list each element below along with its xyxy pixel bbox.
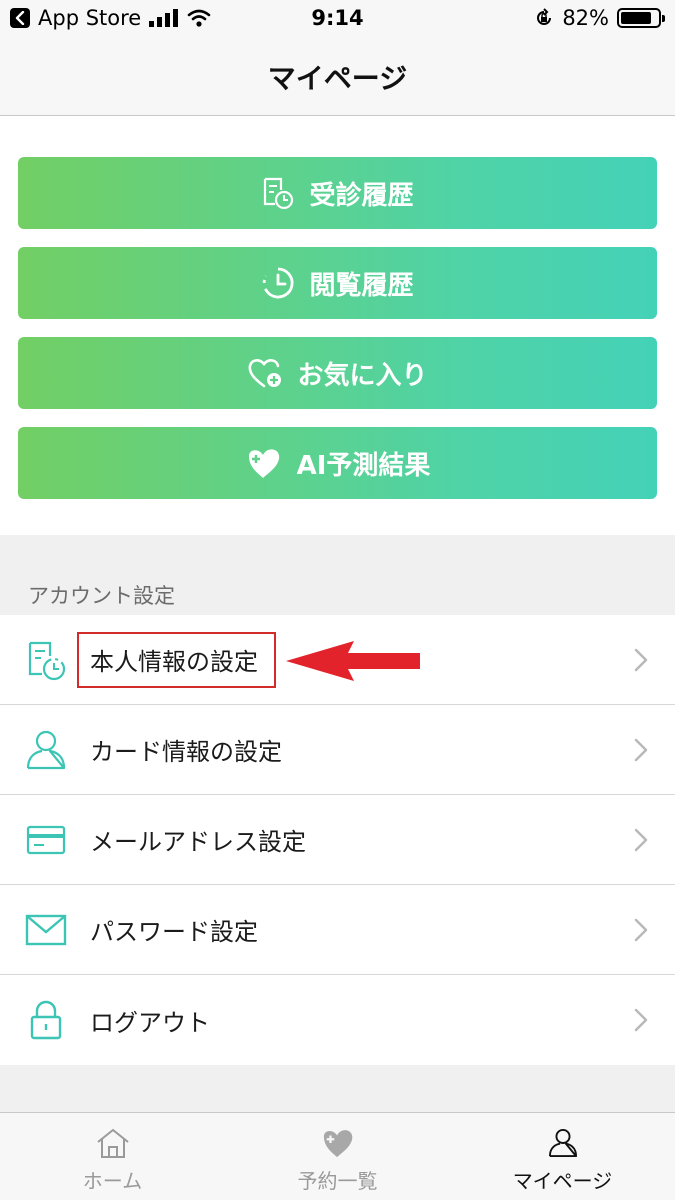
mail-icon: [25, 914, 67, 946]
person-icon: [26, 730, 66, 770]
tab-mypage[interactable]: マイページ: [450, 1113, 675, 1200]
annotation-arrow-icon: [286, 641, 420, 681]
history-visits-label: 受診履歴: [309, 180, 414, 211]
document-clock-icon: [264, 177, 294, 210]
tab-reservations-label: 予約一覧: [297, 1169, 378, 1193]
lock-icon: [30, 1000, 62, 1040]
ai-heart-icon: [248, 449, 279, 478]
clock-icon: [263, 267, 294, 299]
rotation-lock-icon: [537, 8, 552, 25]
list-item-password[interactable]: パスワード設定: [0, 885, 675, 975]
history-visits-button[interactable]: 受診履歴: [18, 157, 657, 229]
list-item-card-info[interactable]: カード情報の設定: [0, 705, 675, 795]
tab-bar: ホーム 予約一覧 マイページ: [0, 1112, 675, 1200]
account-settings-list: 本人情報の設定 カード情報の設定 メールアドレス設定 パスワード設定 ログアウト: [0, 615, 675, 1065]
list-item-email[interactable]: メールアドレス設定: [0, 795, 675, 885]
browsing-history-label: 閲覧履歴: [309, 270, 414, 301]
battery-level: [621, 12, 651, 24]
account-settings-header: アカウント設定: [28, 584, 175, 608]
card-info-label: カード情報の設定: [90, 738, 282, 766]
ai-prediction-button[interactable]: AI予測結果: [18, 427, 657, 499]
logout-label: ログアウト: [90, 1008, 210, 1037]
status-bar: App Store 9:14 82%: [0, 0, 675, 38]
back-app-label: App Store: [38, 6, 142, 30]
person-icon: [548, 1128, 577, 1158]
menu-buttons-area: 受診履歴 閲覧履歴 お気に入り AI予測結果: [0, 117, 675, 535]
chevron-right-icon: [634, 648, 648, 672]
ai-heart-icon: [323, 1130, 352, 1158]
chevron-right-icon: [634, 828, 648, 852]
chevron-right-icon: [634, 1008, 648, 1032]
wifi-icon: [187, 9, 211, 27]
chevron-right-icon: [634, 738, 648, 762]
heart-plus-icon: [249, 359, 282, 388]
tab-home-label: ホーム: [82, 1169, 143, 1193]
back-chevron-icon: [10, 8, 30, 28]
password-settings-label: パスワード設定: [90, 918, 258, 946]
favorites-label: お気に入り: [297, 360, 428, 391]
battery-percent: 82%: [562, 6, 609, 30]
navigation-bar: マイページ: [0, 38, 675, 116]
next-section-background: [0, 1065, 675, 1113]
list-item-personal-info[interactable]: 本人情報の設定: [0, 615, 675, 705]
page-title: マイページ: [267, 61, 408, 95]
personal-info-label: 本人情報の設定: [90, 648, 258, 676]
email-settings-label: メールアドレス設定: [90, 828, 306, 856]
browsing-history-button[interactable]: 閲覧履歴: [18, 247, 657, 319]
home-icon: [96, 1128, 129, 1158]
signal-icon: [149, 9, 179, 27]
back-to-app[interactable]: App Store: [10, 6, 211, 30]
chevron-right-icon: [634, 918, 648, 942]
tab-mypage-label: マイページ: [512, 1169, 613, 1193]
tab-reservations[interactable]: 予約一覧: [225, 1113, 450, 1200]
list-item-logout[interactable]: ログアウト: [0, 975, 675, 1065]
document-clock-icon: [28, 641, 66, 681]
favorites-button[interactable]: お気に入り: [18, 337, 657, 409]
status-right: 82%: [534, 6, 665, 30]
tab-home[interactable]: ホーム: [0, 1113, 225, 1200]
battery-icon: [617, 8, 665, 28]
ai-prediction-label: AI予測結果: [296, 450, 431, 481]
card-icon: [26, 825, 66, 855]
